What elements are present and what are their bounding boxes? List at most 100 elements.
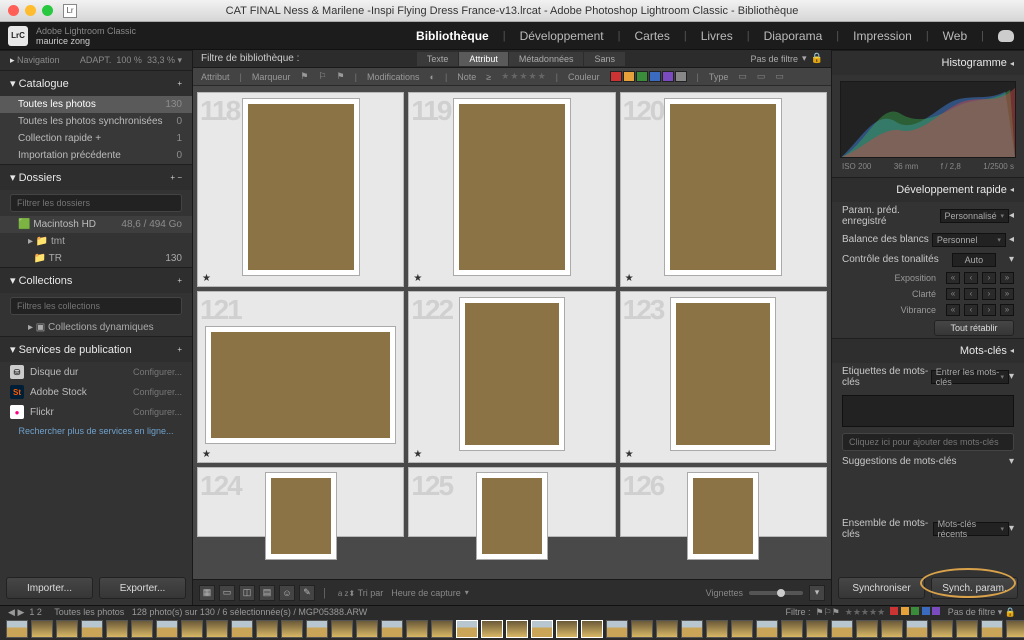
filmstrip-thumb[interactable]	[331, 620, 353, 638]
filmstrip-thumb[interactable]	[531, 620, 553, 638]
module-print[interactable]: Impression	[853, 29, 912, 43]
filmstrip-thumbs[interactable]	[0, 618, 1024, 640]
collections-filter-input[interactable]	[10, 297, 182, 315]
filmstrip-thumb[interactable]	[631, 620, 653, 638]
keyword-add-input[interactable]	[842, 433, 1014, 451]
module-slideshow[interactable]: Diaporama	[764, 29, 823, 43]
filmstrip-thumb[interactable]	[931, 620, 953, 638]
filmstrip-thumb[interactable]	[31, 620, 53, 638]
filmstrip-thumb[interactable]	[156, 620, 178, 638]
pick-flag-icon[interactable]: ★	[625, 273, 634, 284]
fs-color-swatch[interactable]	[911, 607, 919, 615]
catalogue-all-photos[interactable]: Toutes les photos130	[0, 96, 192, 113]
pick-flag-icon[interactable]: ★	[413, 449, 422, 460]
pick-flag-icon[interactable]: ★	[413, 273, 422, 284]
folders-filter-input[interactable]	[10, 194, 182, 212]
filmstrip-thumb[interactable]	[1006, 620, 1024, 638]
star-icon[interactable]: ★	[510, 71, 518, 82]
minimize-icon[interactable]	[25, 5, 36, 16]
color-labels[interactable]	[610, 71, 687, 82]
thumbnail[interactable]	[243, 99, 359, 275]
star-icon[interactable]: ★	[528, 71, 536, 82]
module-develop[interactable]: Développement	[520, 29, 604, 43]
fs-secondary-2[interactable]: 2	[37, 607, 42, 617]
filmstrip-thumb[interactable]	[306, 620, 328, 638]
filmstrip-thumb[interactable]	[81, 620, 103, 638]
filmstrip-thumb[interactable]	[606, 620, 628, 638]
filmstrip-thumb[interactable]	[456, 620, 478, 638]
survey-view-icon[interactable]: ▤	[259, 585, 275, 601]
keyword-box[interactable]	[842, 395, 1014, 427]
reset-all-button[interactable]: Tout rétablir	[934, 320, 1014, 336]
navigator-header[interactable]: ▸ Navigation ADAPT. 100 % 33,3 % ▾	[0, 50, 192, 70]
filmstrip-thumb[interactable]	[681, 620, 703, 638]
filmstrip-thumb[interactable]	[956, 620, 978, 638]
filmstrip-thumb[interactable]	[356, 620, 378, 638]
grid-cell[interactable]: 122★	[408, 291, 615, 463]
filmstrip-thumb[interactable]	[731, 620, 753, 638]
auto-tone-button[interactable]: Auto	[952, 253, 996, 267]
volume-row[interactable]: 🟩 Macintosh HD48,6 / 494 Go	[0, 216, 192, 233]
filmstrip-thumb[interactable]	[981, 620, 1003, 638]
fs-color-swatch[interactable]	[922, 607, 930, 615]
close-icon[interactable]	[8, 5, 19, 16]
thumbnail[interactable]	[665, 99, 781, 275]
thumbnail[interactable]	[671, 298, 775, 450]
sync-settings-button[interactable]: Synch. param.	[931, 577, 1018, 599]
filmstrip-thumb[interactable]	[206, 620, 228, 638]
filmstrip-thumb[interactable]	[506, 620, 528, 638]
module-map[interactable]: Cartes	[634, 29, 669, 43]
type-video-icon[interactable]: ▭	[775, 71, 784, 82]
grid-cell[interactable]: 119★	[408, 92, 615, 287]
fs-color-swatch[interactable]	[890, 607, 898, 615]
filter-tab-text[interactable]: Texte	[417, 52, 459, 66]
filter-tab-metadata[interactable]: Métadonnées	[509, 52, 584, 66]
folder-tmt[interactable]: ▸ 📁 tmt	[0, 233, 192, 250]
fs-source[interactable]: Toutes les photos	[54, 607, 124, 617]
grid-cell[interactable]: 118★	[197, 92, 404, 287]
window-controls[interactable]	[0, 5, 53, 16]
grid-cell[interactable]: 120★	[620, 92, 827, 287]
filmstrip-thumb[interactable]	[281, 620, 303, 638]
dossiers-header[interactable]: ▾ Dossiers+ −	[0, 164, 192, 190]
fs-color-swatch[interactable]	[932, 607, 940, 615]
collections-header[interactable]: ▾ Collections+	[0, 267, 192, 293]
filmstrip-thumb[interactable]	[881, 620, 903, 638]
toolbar-menu-icon[interactable]: ▾	[809, 585, 825, 601]
thumbnail[interactable]	[266, 473, 336, 559]
filmstrip-thumb[interactable]	[706, 620, 728, 638]
catalogue-synced[interactable]: Toutes les photos synchronisées0	[0, 113, 192, 130]
fs-nav-fwd[interactable]: ▶	[17, 607, 24, 617]
filter-tab-none[interactable]: Sans	[584, 52, 625, 66]
type-virtual-icon[interactable]: ▭	[757, 71, 766, 82]
thumbnail[interactable]	[477, 473, 547, 559]
filmstrip-thumb[interactable]	[756, 620, 778, 638]
filmstrip-thumb[interactable]	[181, 620, 203, 638]
filmstrip-thumb[interactable]	[381, 620, 403, 638]
color-label-swatch[interactable]	[662, 71, 674, 82]
filmstrip-thumb[interactable]	[906, 620, 928, 638]
edit-icon[interactable]: ◐	[430, 72, 435, 82]
star-icon[interactable]: ★	[538, 71, 546, 82]
publish-header[interactable]: ▾ Services de publication+	[0, 336, 192, 362]
histogram-header[interactable]: Histogramme ◂	[832, 50, 1024, 75]
color-label-swatch[interactable]	[636, 71, 648, 82]
import-button[interactable]: Importer...	[6, 577, 93, 599]
filmstrip-thumb[interactable]	[406, 620, 428, 638]
fs-flag-icon[interactable]: ⚑	[816, 607, 824, 617]
filmstrip-thumb[interactable]	[106, 620, 128, 638]
flag-pick-icon[interactable]: ⚑	[300, 71, 308, 82]
star-icon[interactable]: ★	[501, 71, 509, 82]
publish-adobe-stock[interactable]: StAdobe StockConfigurer...	[0, 382, 192, 402]
thumbnail[interactable]	[688, 473, 758, 559]
filmstrip-thumb[interactable]	[56, 620, 78, 638]
cloud-sync-icon[interactable]	[998, 30, 1014, 42]
filmstrip-thumb[interactable]	[556, 620, 578, 638]
fs-flag-icon[interactable]: ⚑	[832, 607, 840, 617]
wb-select[interactable]: Personnel▾	[932, 233, 1006, 247]
keywords-header[interactable]: Mots-clés ◂	[832, 338, 1024, 363]
rating-op[interactable]: ≥	[486, 72, 491, 82]
filmstrip-thumb[interactable]	[431, 620, 453, 638]
keyword-set-select[interactable]: Mots-clés récents▾	[933, 522, 1009, 536]
filmstrip-thumb[interactable]	[231, 620, 253, 638]
